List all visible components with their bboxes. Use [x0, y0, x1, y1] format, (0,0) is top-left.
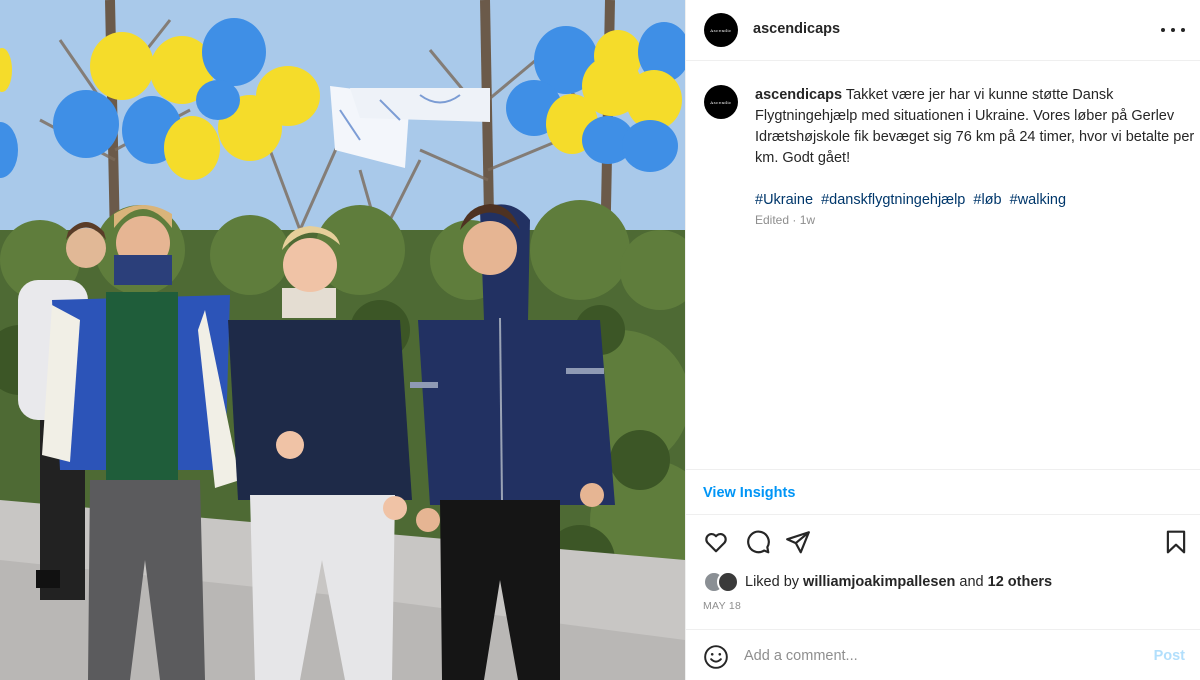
more-dot — [1181, 28, 1185, 32]
likes-text: Liked by williamjoakimpallesen and 12 ot… — [745, 574, 1052, 590]
insights-bar: View Insights — [686, 469, 1200, 515]
avatar-logo-text: Ascendic — [710, 99, 732, 105]
post-comment-button[interactable]: Post — [1154, 648, 1185, 664]
account-username[interactable]: ascendicaps — [753, 21, 840, 37]
comment-input[interactable] — [744, 642, 1124, 670]
likes-others-link[interactable]: 12 others — [988, 574, 1052, 590]
view-insights-link[interactable]: View Insights — [703, 485, 795, 501]
more-options-icon[interactable] — [1161, 20, 1185, 40]
liker-username[interactable]: williamjoakimpallesen — [803, 574, 955, 590]
instagram-post: Ascendic ascendicaps Ascendic ascendicap… — [0, 0, 1200, 680]
hashtag-link[interactable]: #Ukraine — [755, 192, 813, 208]
comment-bar: Post — [686, 629, 1200, 680]
likes-summary: Liked by williamjoakimpallesen and 12 ot… — [703, 569, 1183, 595]
bookmark-icon[interactable] — [1162, 528, 1190, 556]
post-sidebar: Ascendic ascendicaps Ascendic ascendicap… — [685, 0, 1200, 680]
more-dot — [1161, 28, 1165, 32]
share-icon[interactable] — [784, 528, 812, 556]
post-header: Ascendic ascendicaps — [686, 0, 1200, 61]
post-photo-illustration — [0, 0, 685, 680]
emoji-icon[interactable] — [703, 644, 729, 670]
hashtag-link[interactable]: #danskflygtningehjælp — [821, 192, 965, 208]
caption-section: Ascendic ascendicaps Takket være jer har… — [686, 61, 1200, 469]
hashtag-list: #Ukraine #danskflygtningehjælp #løb #wal… — [755, 190, 1195, 211]
account-avatar[interactable]: Ascendic — [704, 13, 738, 47]
more-dot — [1171, 28, 1175, 32]
likes-connector: and — [959, 574, 984, 590]
likes-prefix: Liked by — [745, 574, 800, 590]
post-caption: ascendicaps Takket være jer har vi kunne… — [755, 85, 1195, 211]
comment-icon[interactable] — [744, 528, 772, 556]
edited-timestamp[interactable]: Edited · 1w — [755, 213, 815, 227]
post-date[interactable]: MAY 18 — [703, 600, 741, 612]
caption-avatar[interactable]: Ascendic — [704, 85, 738, 119]
heart-icon[interactable] — [702, 528, 730, 556]
hashtag-link[interactable]: #walking — [1010, 192, 1066, 208]
action-bar — [686, 516, 1200, 570]
liker-avatar[interactable] — [717, 571, 739, 593]
hashtag-link[interactable]: #løb — [973, 192, 1001, 208]
post-photo[interactable] — [0, 0, 685, 680]
caption-username[interactable]: ascendicaps — [755, 87, 842, 103]
avatar-logo-text: Ascendic — [710, 27, 732, 33]
liker-avatars — [703, 571, 741, 593]
